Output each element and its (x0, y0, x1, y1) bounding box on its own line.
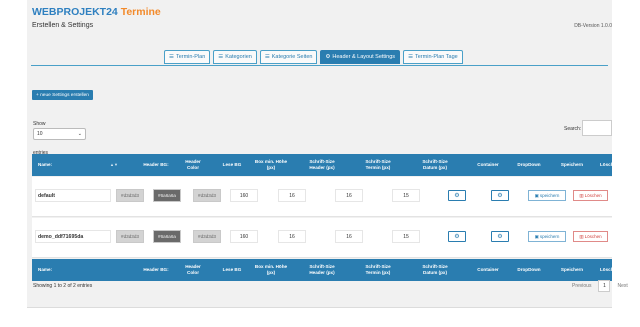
sort-icon: ▲▼ (110, 162, 118, 167)
size-datum-input[interactable]: 15 (392, 230, 420, 243)
box-height-input[interactable]: 160 (230, 189, 258, 202)
page-1-button[interactable]: 1 (598, 280, 611, 292)
col-loeschen: Löschen (600, 267, 619, 273)
col-size-termin: Schrift-Size Termin (px) (365, 264, 391, 275)
next-page-button[interactable]: Next (617, 283, 627, 289)
tab-label: Header & Layout Settings (332, 54, 396, 60)
size-header-input[interactable]: 16 (278, 230, 306, 243)
col-size-termin[interactable]: Schrift-Size Termin (px) (358, 154, 398, 176)
tab-label: Kategorien (225, 54, 252, 60)
size-datum-input[interactable]: 15 (392, 189, 420, 202)
col-dropdown: DropDown (517, 162, 541, 168)
col-lese-bg: Lese BG (222, 267, 242, 273)
header-bg-swatch[interactable]: #d3d3d3 (116, 230, 144, 243)
page-subtitle: Erstellen & Settings (32, 22, 94, 29)
floppy-icon: ▣ (534, 233, 539, 239)
floppy-icon: ▣ (534, 192, 539, 198)
col-header-bg: Header BG: (143, 267, 169, 273)
gears-icon: ⚙ (497, 193, 503, 199)
col-header-bg[interactable]: Header BG: (142, 154, 170, 176)
container-button[interactable]: ⚙ (448, 190, 466, 201)
tab-kategorien[interactable]: ☰ Kategorien (213, 50, 257, 64)
table-footer-header: Name: Header BG: Header Color Lese BG Bo… (32, 259, 619, 281)
trash-icon: ▥ (579, 233, 584, 239)
app-logo: WEBPROJEKT24 Termine (32, 6, 161, 18)
brand-projekt: PROJEKT24 (56, 6, 118, 18)
size-termin-input[interactable]: 16 (335, 189, 363, 202)
list-icon: ☰ (218, 54, 224, 60)
name-field[interactable]: default (35, 189, 111, 202)
col-box-height: Box min. Höhe (px) (254, 264, 288, 275)
db-version: DB-Version 1.0.0 (574, 23, 612, 29)
list-icon: ☰ (169, 54, 174, 60)
chevron-down-icon: ⌄ (77, 131, 82, 137)
tab-termin-plan[interactable]: ☰ Termin-Plan (164, 50, 211, 64)
dropdown-button[interactable]: ⚙ (491, 231, 509, 242)
table-row: default #d3d3d3 #6a6a6a #d3d3d3 160 16 1… (32, 177, 612, 217)
col-size-header[interactable]: Schrift-Size Header (px) (302, 154, 342, 176)
list-icon: ☰ (264, 54, 270, 60)
gears-icon: ⚙ (497, 234, 503, 240)
table-row: demo_ddf71695da #d3d3d3 #6a6a6a #d3d3d3 … (32, 218, 612, 258)
tab-label: Termin-Plan Tage (415, 54, 458, 60)
col-container: Container (477, 267, 499, 273)
gears-icon: ⚙ (454, 234, 460, 240)
col-speichern: Speichern (560, 162, 584, 168)
pagination: Previous 1 Next (572, 280, 628, 292)
search-label: Search: (564, 126, 582, 132)
table-info: Showing 1 to 2 of 2 entries (33, 283, 93, 289)
col-box-height[interactable]: Box min. Höhe (px) (254, 154, 288, 176)
new-settings-button[interactable]: + neue Settings erstellen (32, 90, 93, 100)
main-panel: WEBPROJEKT24 Termine Erstellen & Setting… (27, 0, 628, 308)
search-input[interactable] (582, 120, 612, 136)
col-size-datum[interactable]: Schrift-Size Datum (px) (415, 154, 455, 176)
col-name: Name: (38, 267, 53, 273)
col-dropdown: DropDown (517, 267, 541, 273)
col-lese-bg[interactable]: Lese BG (218, 154, 246, 176)
brand-termine: Termine (117, 6, 161, 18)
trash-icon: ▥ (579, 192, 584, 198)
header-bg-swatch[interactable]: #d3d3d3 (116, 189, 144, 202)
dropdown-button[interactable]: ⚙ (491, 190, 509, 201)
gear-icon: ⚙ (325, 54, 331, 60)
col-size-datum: Schrift-Size Datum (px) (422, 264, 448, 275)
col-container: Container (477, 162, 499, 168)
col-name[interactable]: Name: (38, 154, 108, 176)
table-header: Name: ▲▼ Header BG: Header Color Lese BG… (32, 154, 619, 176)
save-button[interactable]: ▣ speichern (528, 190, 566, 201)
col-loeschen: Löschen (600, 162, 619, 168)
tab-header-layout-settings[interactable]: ⚙ Header & Layout Settings (320, 50, 401, 64)
list-icon: ☰ (408, 54, 413, 60)
tab-underline (31, 65, 608, 66)
tab-bar: ☰ Termin-Plan ☰ Kategorien ☰ Kategorie Seit… (164, 50, 466, 66)
previous-page-button[interactable]: Previous (572, 283, 591, 289)
header-color-swatch[interactable]: #6a6a6a (153, 230, 181, 243)
lese-bg-swatch[interactable]: #d3d3d3 (193, 230, 221, 243)
page-length-value: 10 (37, 131, 43, 137)
tab-termin-plan-tage[interactable]: ☰ Termin-Plan Tage (403, 50, 463, 64)
brand-web: WEB (32, 6, 57, 18)
show-label: Show (33, 121, 46, 127)
name-field[interactable]: demo_ddf71695da (35, 230, 111, 243)
page-length-select[interactable]: 10 ⌄ (33, 128, 86, 140)
col-header-color[interactable]: Header Color (179, 154, 207, 176)
tab-label: Termin-Plan (175, 54, 206, 60)
header-color-swatch[interactable]: #6a6a6a (153, 189, 181, 202)
tab-label: Kategorie Seiten (271, 54, 313, 60)
col-speichern: Speichern (560, 267, 584, 273)
container-button[interactable]: ⚙ (448, 231, 466, 242)
delete-button[interactable]: ▥ Löschen (573, 190, 608, 201)
size-termin-input[interactable]: 16 (335, 230, 363, 243)
delete-button[interactable]: ▥ Löschen (573, 231, 608, 242)
tab-kategorie-seiten[interactable]: ☰ Kategorie Seiten (259, 50, 318, 64)
size-header-input[interactable]: 16 (278, 189, 306, 202)
box-height-input[interactable]: 160 (230, 230, 258, 243)
lese-bg-swatch[interactable]: #d3d3d3 (193, 189, 221, 202)
col-header-color: Header Color (185, 264, 201, 275)
save-button[interactable]: ▣ speichern (528, 231, 566, 242)
col-size-header: Schrift-Size Header (px) (309, 264, 335, 275)
gears-icon: ⚙ (454, 193, 460, 199)
